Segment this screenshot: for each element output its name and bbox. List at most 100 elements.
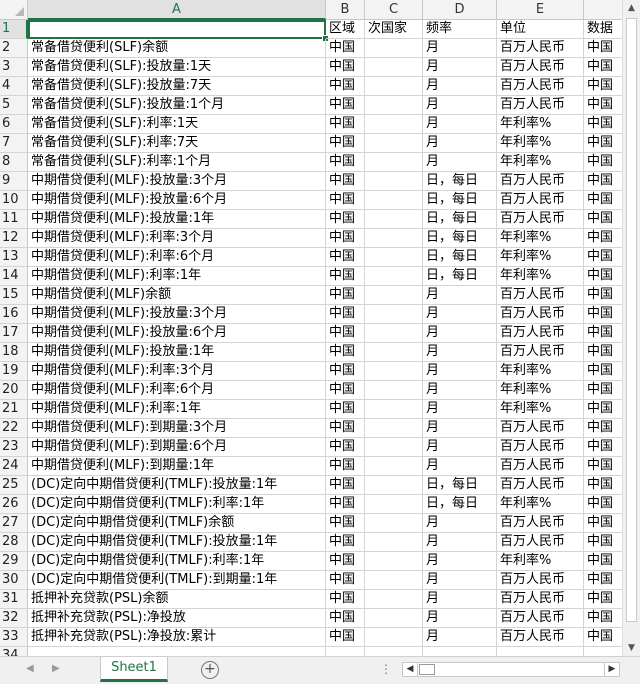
cell[interactable] <box>365 210 423 229</box>
cell[interactable]: 单位 <box>497 20 584 39</box>
cell[interactable] <box>326 647 365 656</box>
cell[interactable]: 月 <box>423 533 497 552</box>
cell[interactable]: 常备借贷便利(SLF):投放量:1天 <box>28 58 326 77</box>
cell[interactable]: 中国 <box>326 514 365 533</box>
cell[interactable]: 中国 <box>584 400 622 419</box>
cell[interactable]: 中国 <box>584 343 622 362</box>
cell[interactable]: 中期借贷便利(MLF):利率:1年 <box>28 400 326 419</box>
row-header[interactable]: 7 <box>0 134 28 153</box>
cell[interactable] <box>365 96 423 115</box>
cell[interactable]: 中国 <box>584 628 622 647</box>
cell[interactable]: 月 <box>423 628 497 647</box>
cell[interactable]: 中国 <box>326 495 365 514</box>
row-header[interactable]: 5 <box>0 96 28 115</box>
cell[interactable] <box>365 286 423 305</box>
row-header[interactable]: 21 <box>0 400 28 419</box>
cell[interactable]: 中国 <box>326 419 365 438</box>
cell[interactable]: 中国 <box>584 229 622 248</box>
cell[interactable]: 中国 <box>326 609 365 628</box>
horizontal-scrollbar[interactable]: ◀ ▶ <box>402 662 620 677</box>
cell[interactable]: 百万人民币 <box>497 210 584 229</box>
cell[interactable]: 中期借贷便利(MLF):利率:3个月 <box>28 229 326 248</box>
cell[interactable]: 中国 <box>584 191 622 210</box>
cell[interactable]: 常备借贷便利(SLF)余额 <box>28 39 326 58</box>
cell[interactable] <box>365 495 423 514</box>
row-header[interactable]: 33 <box>0 628 28 647</box>
row-header[interactable]: 31 <box>0 590 28 609</box>
column-header-a[interactable]: A <box>28 0 326 20</box>
row-header[interactable]: 2 <box>0 39 28 58</box>
cell[interactable]: 中期借贷便利(MLF):投放量:1年 <box>28 210 326 229</box>
cell[interactable]: 百万人民币 <box>497 457 584 476</box>
cell[interactable] <box>365 533 423 552</box>
cell[interactable]: 常备借贷便利(SLF):利率:1天 <box>28 115 326 134</box>
row-header[interactable]: 15 <box>0 286 28 305</box>
row-header[interactable]: 25 <box>0 476 28 495</box>
cell[interactable]: 中国 <box>584 172 622 191</box>
cell[interactable]: 中期借贷便利(MLF):到期量:1年 <box>28 457 326 476</box>
cell[interactable] <box>365 267 423 286</box>
cell[interactable]: 月 <box>423 96 497 115</box>
cell[interactable]: 中国 <box>584 571 622 590</box>
row-header[interactable]: 8 <box>0 153 28 172</box>
cell[interactable]: 中国 <box>584 248 622 267</box>
cell[interactable]: 中国 <box>584 495 622 514</box>
cell[interactable]: 中国 <box>584 58 622 77</box>
cell[interactable]: 中期借贷便利(MLF):利率:3个月 <box>28 362 326 381</box>
row-header[interactable]: 18 <box>0 343 28 362</box>
cell[interactable]: 年利率% <box>497 115 584 134</box>
cell[interactable]: 中国 <box>326 134 365 153</box>
row-header[interactable]: 29 <box>0 552 28 571</box>
cell[interactable]: 百万人民币 <box>497 419 584 438</box>
cell[interactable]: 常备借贷便利(SLF):投放量:1个月 <box>28 96 326 115</box>
cell[interactable] <box>365 115 423 134</box>
cell[interactable] <box>365 362 423 381</box>
cell[interactable]: 中国 <box>326 400 365 419</box>
cell[interactable]: 月 <box>423 571 497 590</box>
cell[interactable]: 中国 <box>326 552 365 571</box>
row-header[interactable]: 3 <box>0 58 28 77</box>
cell[interactable]: (DC)定向中期借贷便利(TMLF)余额 <box>28 514 326 533</box>
cell[interactable]: 日，每日 <box>423 495 497 514</box>
cell[interactable]: 中国 <box>584 552 622 571</box>
cell[interactable]: 中期借贷便利(MLF):投放量:6个月 <box>28 324 326 343</box>
cell[interactable] <box>365 609 423 628</box>
row-header[interactable]: 32 <box>0 609 28 628</box>
row-header[interactable]: 20 <box>0 381 28 400</box>
row-header[interactable]: 30 <box>0 571 28 590</box>
cell[interactable] <box>365 39 423 58</box>
cell[interactable] <box>365 590 423 609</box>
cell[interactable]: 月 <box>423 153 497 172</box>
cell[interactable]: 中国 <box>326 96 365 115</box>
cell[interactable] <box>365 172 423 191</box>
cell[interactable]: 中国 <box>326 533 365 552</box>
cell[interactable]: 中国 <box>326 381 365 400</box>
cell[interactable] <box>365 58 423 77</box>
row-header[interactable]: 24 <box>0 457 28 476</box>
cell[interactable]: 频率 <box>423 20 497 39</box>
cell[interactable]: 百万人民币 <box>497 571 584 590</box>
scroll-left-arrow-icon[interactable]: ◀ <box>403 663 418 676</box>
column-header-c[interactable]: C <box>365 0 423 20</box>
cell[interactable]: 中国 <box>584 533 622 552</box>
cell[interactable]: 月 <box>423 286 497 305</box>
cell[interactable]: 中国 <box>326 39 365 58</box>
cell[interactable]: 次国家 <box>365 20 423 39</box>
cell[interactable]: 中国 <box>326 267 365 286</box>
cell[interactable]: 中国 <box>584 267 622 286</box>
cell[interactable]: 区域 <box>326 20 365 39</box>
cell[interactable]: 年利率% <box>497 400 584 419</box>
next-sheet-icon[interactable]: ▶ <box>52 663 60 674</box>
add-sheet-icon[interactable]: + <box>201 661 219 679</box>
cell[interactable]: (DC)定向中期借贷便利(TMLF):投放量:1年 <box>28 476 326 495</box>
cell[interactable]: 日，每日 <box>423 229 497 248</box>
cell[interactable]: 中国 <box>584 96 622 115</box>
cell[interactable]: 百万人民币 <box>497 514 584 533</box>
cell[interactable]: 中国 <box>584 590 622 609</box>
cell[interactable]: 月 <box>423 419 497 438</box>
cell[interactable]: 月 <box>423 305 497 324</box>
cell[interactable]: 中国 <box>326 628 365 647</box>
cell[interactable]: 中国 <box>326 438 365 457</box>
cell[interactable]: 年利率% <box>497 248 584 267</box>
cell[interactable]: 中期借贷便利(MLF):投放量:3个月 <box>28 305 326 324</box>
